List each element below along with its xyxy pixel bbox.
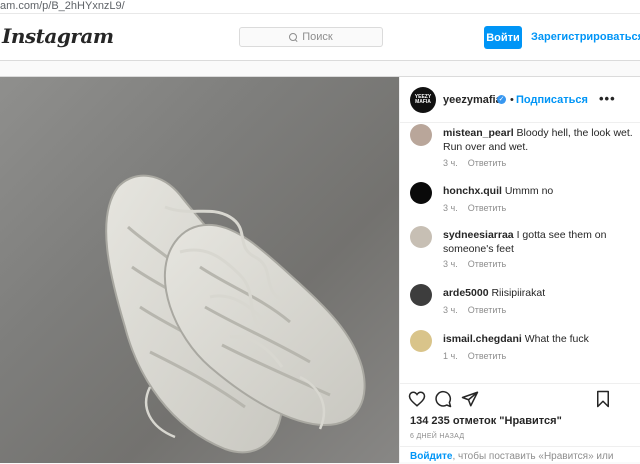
comment-text: ismail.chegdani What the fuck: [443, 332, 635, 346]
commenter-username[interactable]: honchx.quil: [443, 185, 502, 197]
verified-icon: ✓: [497, 95, 506, 104]
comment-time: 3 ч.: [443, 203, 458, 213]
likes-count[interactable]: 134 235 отметок "Нравится": [410, 415, 562, 427]
reply-button[interactable]: Ответить: [468, 259, 506, 269]
comment-body: Riisipiirakat: [491, 287, 546, 299]
comment-time: 3 ч.: [443, 259, 458, 269]
comment-body: Ummm no: [504, 185, 554, 197]
post-actions: 134 235 отметок "Нравится" 6 ДНЕЙ НАЗАД …: [400, 383, 640, 463]
reply-button[interactable]: Ответить: [468, 305, 506, 315]
author-avatar[interactable]: YEEZY MAFIA: [410, 87, 436, 113]
bookmark-icon[interactable]: [595, 390, 611, 408]
comments-list: mistean_pearl Bloody hell, the look wet.…: [400, 124, 640, 382]
comment-meta: 1 ч. Ответить: [443, 351, 506, 361]
share-icon[interactable]: [461, 390, 479, 408]
reply-button[interactable]: Ответить: [468, 351, 506, 361]
search-icon: [289, 32, 298, 42]
post-age: 6 ДНЕЙ НАЗАД: [410, 433, 465, 440]
commenter-username[interactable]: sydneesiarraa: [443, 229, 514, 241]
signup-link[interactable]: Зарегистрироваться: [531, 31, 640, 43]
search-input[interactable]: Поиск: [239, 27, 383, 47]
comment-meta: 3 ч. Ответить: [443, 259, 506, 269]
post-header: YEEZY MAFIA yeezymafia ✓ • Подписаться •…: [400, 77, 640, 123]
comment-icon[interactable]: [434, 390, 452, 408]
comment-time: 3 ч.: [443, 305, 458, 315]
top-header: Instagram Поиск Войти Зарегистрироваться: [0, 14, 640, 61]
follow-button[interactable]: Подписаться: [516, 94, 588, 106]
comment-time: 3 ч.: [443, 158, 458, 168]
author-username[interactable]: yeezymafia: [443, 94, 502, 106]
commenter-avatar[interactable]: [410, 330, 432, 352]
separator-dot: •: [510, 94, 514, 106]
login-button[interactable]: Войти: [484, 26, 522, 49]
commenter-username[interactable]: arde5000: [443, 287, 489, 299]
instagram-logo[interactable]: Instagram: [2, 24, 114, 48]
commenter-username[interactable]: mistean_pearl: [443, 127, 514, 139]
comment-meta: 3 ч. Ответить: [443, 203, 506, 213]
commenter-username[interactable]: ismail.chegdani: [443, 333, 522, 345]
heart-icon[interactable]: [408, 390, 426, 408]
commenter-avatar[interactable]: [410, 226, 432, 248]
reply-button[interactable]: Ответить: [468, 203, 506, 213]
login-link[interactable]: Войдите: [410, 451, 452, 462]
post-sidebar: YEEZY MAFIA yeezymafia ✓ • Подписаться •…: [399, 77, 640, 463]
comment-text: arde5000 Riisipiirakat: [443, 286, 635, 300]
comment-text: mistean_pearl Bloody hell, the look wet.…: [443, 126, 635, 154]
comment-meta: 3 ч. Ответить: [443, 158, 506, 168]
comment-text: honchx.quil Ummm no: [443, 184, 635, 198]
more-options-icon[interactable]: •••: [599, 91, 616, 106]
comment-meta: 3 ч. Ответить: [443, 305, 506, 315]
commenter-avatar[interactable]: [410, 124, 432, 146]
search-placeholder: Поиск: [302, 31, 333, 43]
comment-time: 1 ч.: [443, 351, 458, 361]
commenter-avatar[interactable]: [410, 182, 432, 204]
reply-button[interactable]: Ответить: [468, 158, 506, 168]
login-prompt: Войдите, чтобы поставить «Нравится» или …: [400, 446, 640, 464]
sneakers-image: [105, 174, 366, 454]
browser-url[interactable]: am.com/p/B_2hHYxnzL9/: [0, 0, 640, 14]
comment-text: sydneesiarraa I gotta see them on someon…: [443, 228, 635, 256]
post-card: YEEZY MAFIA yeezymafia ✓ • Подписаться •…: [0, 76, 640, 463]
comment-body: What the fuck: [524, 333, 589, 345]
post-photo[interactable]: [0, 77, 399, 463]
commenter-avatar[interactable]: [410, 284, 432, 306]
